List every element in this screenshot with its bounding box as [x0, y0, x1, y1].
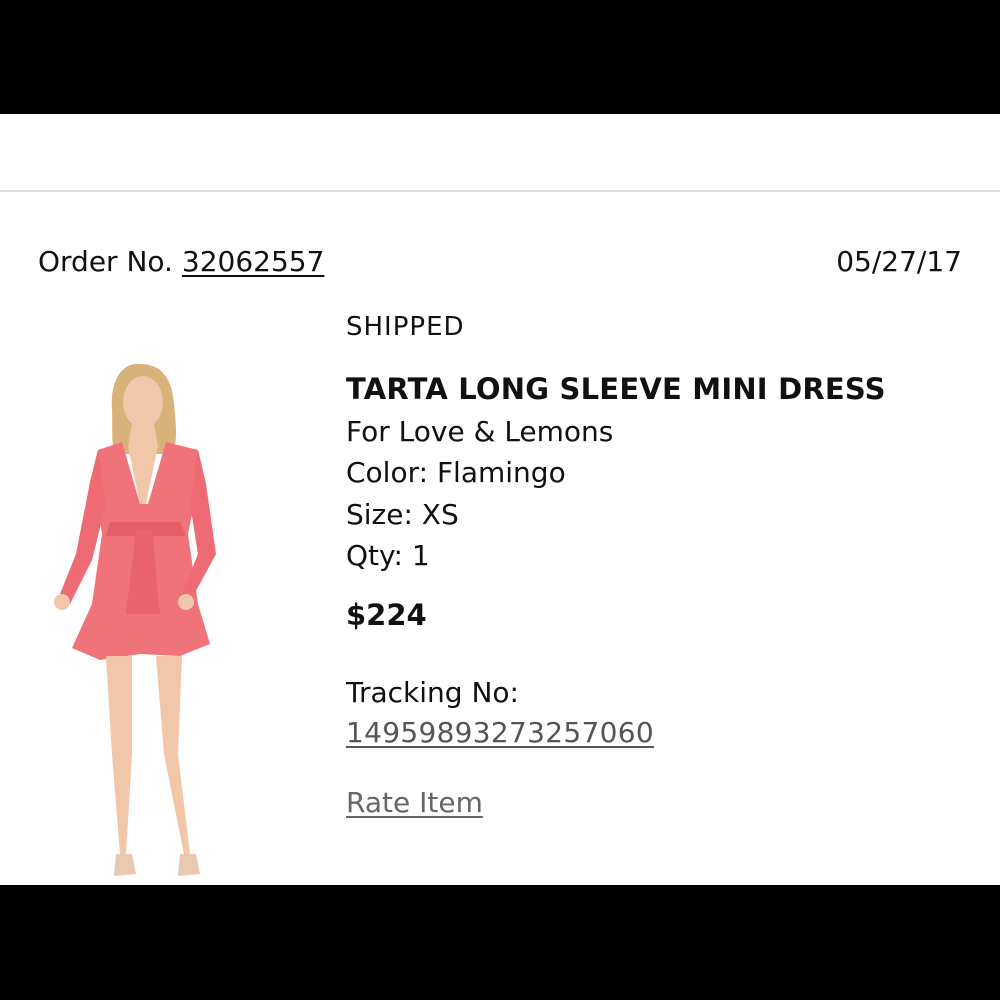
product-name[interactable]: TARTA LONG SLEEVE MINI DRESS — [346, 372, 886, 406]
header-divider — [0, 190, 1000, 192]
product-image[interactable] — [40, 354, 250, 884]
shipping-status: SHIPPED — [346, 312, 465, 342]
order-header: Order No. 32062557 05/27/17 — [38, 242, 962, 282]
product-price: $224 — [346, 598, 427, 632]
product-size: Size: XS — [346, 498, 459, 531]
bottom-black-bar — [0, 885, 1000, 1000]
product-brand: For Love & Lemons — [346, 415, 614, 448]
top-black-bar — [0, 0, 1000, 114]
model-in-dress-illustration — [54, 363, 216, 876]
rate-item-link[interactable]: Rate Item — [346, 786, 483, 819]
order-label: Order No. — [38, 245, 173, 278]
tracking-label: Tracking No: — [346, 676, 519, 709]
product-quantity: Qty: 1 — [346, 539, 430, 572]
order-number-link[interactable]: 32062557 — [182, 245, 325, 278]
order-detail-screen: Order No. 32062557 05/27/17 SHIPPED TART… — [0, 114, 1000, 885]
order-date: 05/27/17 — [836, 245, 962, 278]
product-color: Color: Flamingo — [346, 456, 566, 489]
tracking-number-link[interactable]: 14959893273257060 — [346, 716, 654, 749]
